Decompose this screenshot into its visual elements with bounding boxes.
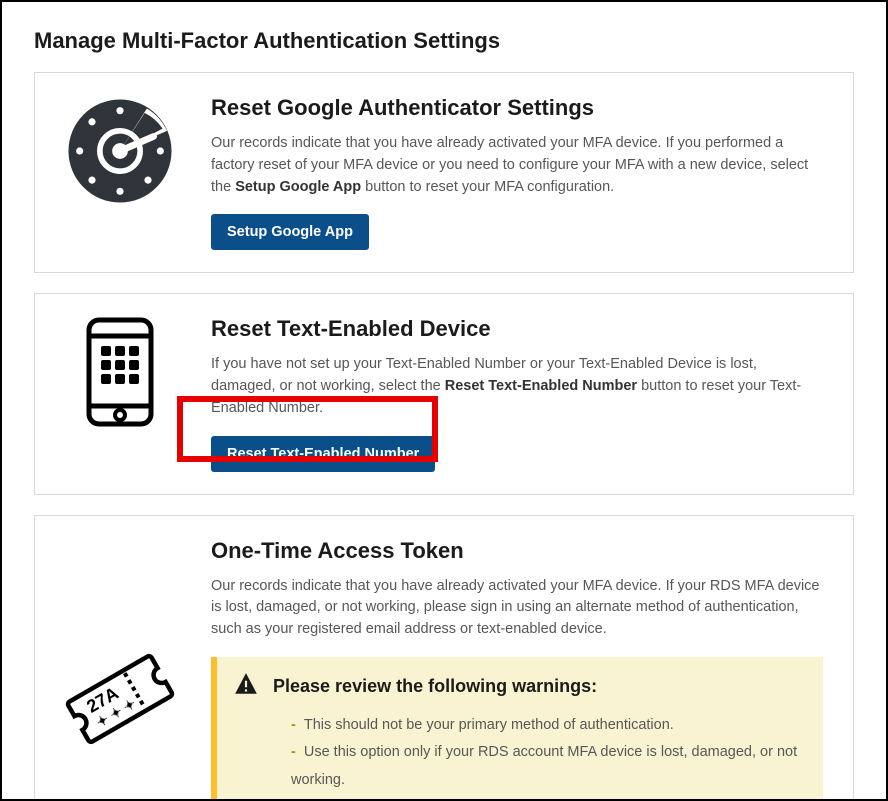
panel-one-time-token: 27A ✦ ✦ ✦ One-Time Access Token Our reco… xyxy=(34,515,854,801)
panel-google-authenticator: Reset Google Authenticator Settings Our … xyxy=(34,72,854,273)
section-desc-google: Our records indicate that you have alrea… xyxy=(211,133,823,198)
warning-list: This should not be your primary method o… xyxy=(291,712,803,795)
section-title-google: Reset Google Authenticator Settings xyxy=(211,95,823,121)
section-desc-text: If you have not set up your Text-Enabled… xyxy=(211,354,823,419)
warning-icon xyxy=(233,671,259,702)
phone-icon xyxy=(85,316,155,433)
page-title: Manage Multi-Factor Authentication Setti… xyxy=(34,28,854,54)
section-title-text: Reset Text-Enabled Device xyxy=(211,316,823,342)
warning-title: Please review the following warnings: xyxy=(273,676,597,697)
settings-page: Manage Multi-Factor Authentication Setti… xyxy=(0,0,888,801)
warning-item-1: This should not be your primary method o… xyxy=(291,712,803,740)
warning-item-2: Use this option only if your RDS account… xyxy=(291,739,803,794)
ticket-icon: 27A ✦ ✦ ✦ xyxy=(55,634,185,769)
section-desc-token: Our records indicate that you have alrea… xyxy=(211,576,823,641)
gauge-icon xyxy=(64,95,176,212)
reset-text-enabled-number-button[interactable]: Reset Text-Enabled Number xyxy=(211,436,435,472)
panel-text-device: Reset Text-Enabled Device If you have no… xyxy=(34,293,854,494)
warning-box: Please review the following warnings: Th… xyxy=(211,657,823,801)
setup-google-app-button[interactable]: Setup Google App xyxy=(211,214,369,250)
section-title-token: One-Time Access Token xyxy=(211,538,823,564)
